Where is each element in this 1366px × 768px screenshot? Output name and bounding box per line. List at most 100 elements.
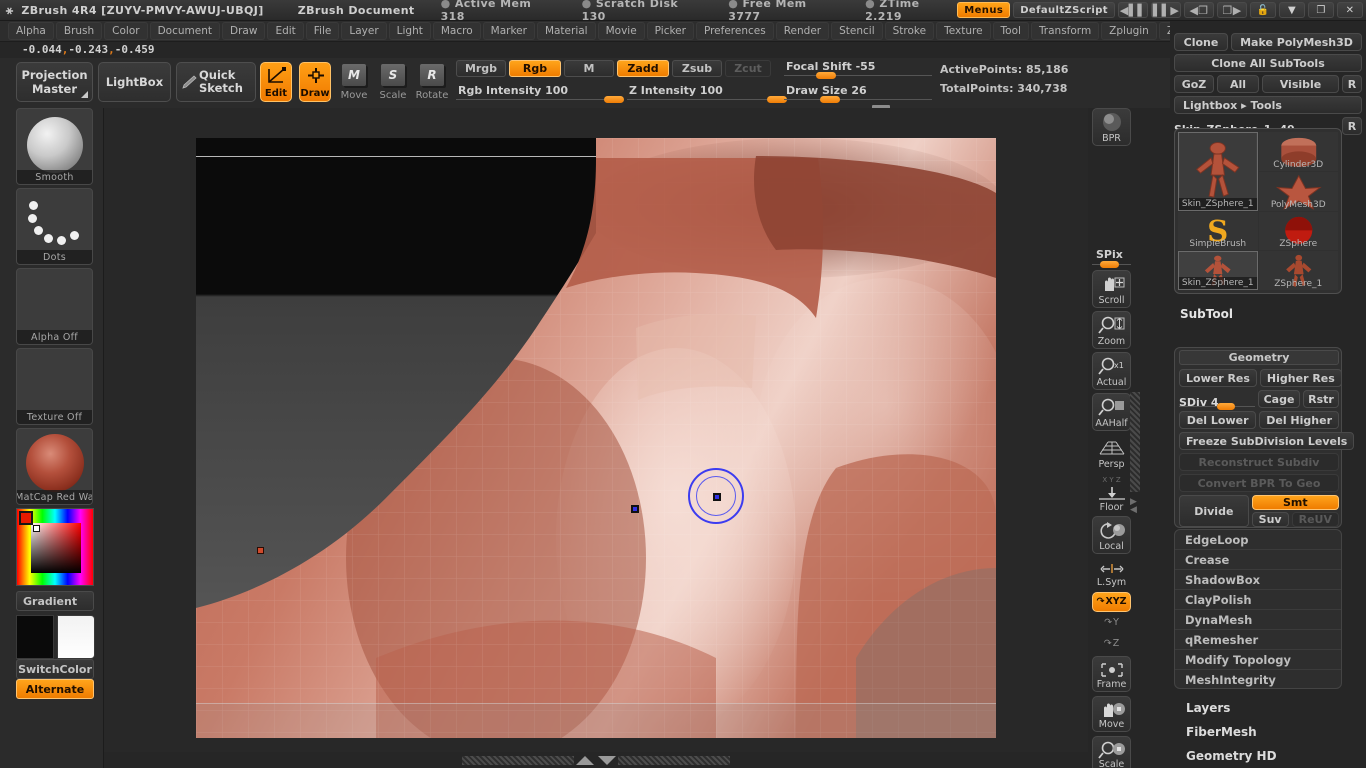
higher-res-button[interactable]: Higher Res [1259, 369, 1342, 387]
rotate-mode-button[interactable]: R Rotate [416, 62, 448, 102]
switch-color-button[interactable]: SwitchColor [16, 659, 94, 679]
prev-script-icon[interactable]: ◀▌▌ [1118, 2, 1148, 18]
slider-knob[interactable] [604, 96, 624, 103]
stroke-swatch[interactable]: Dots [16, 188, 93, 265]
bpr-button[interactable]: BPR [1092, 108, 1131, 146]
brush-swatch[interactable]: Smooth [16, 108, 93, 185]
rgb-toggle[interactable]: Rgb [509, 60, 561, 77]
texture-swatch[interactable]: Texture Off [16, 348, 93, 425]
modify-topology-row[interactable]: Modify Topology [1175, 650, 1341, 670]
menu-tool[interactable]: Tool [992, 22, 1029, 40]
tool-item-simplebrush[interactable]: S SimpleBrush [1178, 211, 1258, 251]
goz-r-button[interactable]: R [1342, 75, 1362, 93]
sdiv-slider[interactable]: SDiv 4 [1179, 391, 1255, 410]
rgb-intensity-slider[interactable]: Rgb Intensity 100 [456, 84, 624, 103]
lock-icon[interactable]: 🔓 [1250, 2, 1276, 18]
menu-color[interactable]: Color [104, 22, 148, 40]
menu-marker[interactable]: Marker [482, 22, 535, 40]
z-intensity-slider[interactable]: Z Intensity 100 [627, 84, 787, 103]
tool-item-zsphere-1[interactable]: ZSphere_1 [1258, 251, 1338, 290]
menu-texture[interactable]: Texture [936, 22, 991, 40]
menu-movie[interactable]: Movie [597, 22, 645, 40]
tool-item-cylinder3d[interactable]: Cylinder3D [1258, 132, 1338, 171]
subtool-section-header[interactable]: SubTool [1180, 307, 1233, 321]
menu-edit[interactable]: Edit [267, 22, 304, 40]
lightbox-button[interactable]: LightBox [98, 62, 171, 102]
restore-icon[interactable]: ❐ [1308, 2, 1334, 18]
zscript-name[interactable]: DefaultZScript [1013, 2, 1115, 18]
quick-sketch-button[interactable]: Quick Sketch [176, 62, 256, 102]
floor-button[interactable]: X Y Z Floor [1092, 475, 1131, 515]
zoom-button[interactable]: Zoom [1092, 311, 1131, 349]
menu-transform[interactable]: Transform [1030, 22, 1100, 40]
z-symmetry-button[interactable]: ↷ Z [1092, 634, 1131, 654]
y-symmetry-button[interactable]: ↷ Y [1092, 613, 1131, 633]
menu-zplugin[interactable]: Zplugin [1101, 22, 1157, 40]
tool-item-skin-zsphere-1-small[interactable]: Skin_ZSphere_1 [1178, 251, 1258, 290]
slider-knob[interactable] [820, 96, 840, 103]
color-picker[interactable] [16, 508, 94, 586]
gradient-button[interactable]: Gradient [16, 591, 94, 611]
current-color-swatch[interactable] [19, 511, 33, 525]
frame-button[interactable]: Frame [1092, 656, 1131, 692]
scroll-down-arrow-icon[interactable] [598, 755, 616, 765]
qremesher-row[interactable]: qRemesher [1175, 630, 1341, 650]
freeze-subdivision-button[interactable]: Freeze SubDivision Levels [1179, 432, 1355, 450]
move-mode-button[interactable]: M Move [338, 62, 370, 102]
layers-section[interactable]: Layers [1186, 701, 1230, 715]
geometry-hd-section[interactable]: Geometry HD [1186, 749, 1277, 763]
menu-file[interactable]: File [305, 22, 340, 40]
del-lower-button[interactable]: Del Lower [1179, 411, 1257, 429]
document-scroll-bar[interactable] [104, 752, 1088, 768]
scroll-up-arrow-icon[interactable] [576, 755, 594, 765]
divide-button[interactable]: Divide [1179, 495, 1249, 527]
menus-button[interactable]: Menus [957, 2, 1011, 18]
menu-macro[interactable]: Macro [432, 22, 481, 40]
shadowbox-row[interactable]: ShadowBox [1175, 570, 1341, 590]
menu-document[interactable]: Document [149, 22, 220, 40]
fibermesh-section[interactable]: FiberMesh [1186, 725, 1257, 739]
next-window-icon[interactable]: ❐▶ [1217, 2, 1247, 18]
edgeloop-row[interactable]: EdgeLoop [1175, 530, 1341, 550]
sculpt-canvas[interactable] [196, 138, 996, 738]
tool-item-polymesh3d[interactable]: PolyMesh3D [1258, 171, 1338, 211]
menu-render[interactable]: Render [775, 22, 830, 40]
material-swatch[interactable]: MatCap Red Wa [16, 428, 93, 505]
current-tool-r-button[interactable]: R [1342, 117, 1362, 135]
make-polymesh3d-button[interactable]: Make PolyMesh3D [1231, 33, 1362, 51]
scroll-button[interactable]: Scroll [1092, 270, 1131, 308]
edit-mode-button[interactable]: Edit [260, 62, 292, 102]
menu-picker[interactable]: Picker [646, 22, 694, 40]
claypolish-row[interactable]: ClayPolish [1175, 590, 1341, 610]
scroll-grip-left[interactable] [462, 755, 574, 765]
persp-button[interactable]: Persp [1092, 434, 1131, 472]
move-gizmo-button[interactable]: Move [1092, 696, 1131, 732]
color-selector-handle[interactable] [33, 525, 40, 532]
focal-shift-slider[interactable]: Focal Shift -55 [784, 60, 932, 79]
next-script-icon[interactable]: ▌▌▶ [1151, 2, 1181, 18]
m-toggle[interactable]: M [564, 60, 614, 77]
tool-item-skin-zsphere-1[interactable]: Skin_ZSphere_1 [1178, 132, 1258, 211]
zadd-toggle[interactable]: Zadd [617, 60, 669, 77]
menu-preferences[interactable]: Preferences [695, 22, 774, 40]
aahalf-button[interactable]: AAHalf [1092, 393, 1131, 431]
menu-stencil[interactable]: Stencil [831, 22, 883, 40]
alpha-swatch[interactable]: Alpha Off [16, 268, 93, 345]
prev-window-icon[interactable]: ◀❐ [1184, 2, 1214, 18]
mrgb-toggle[interactable]: Mrgb [456, 60, 506, 77]
zcut-toggle[interactable]: Zcut [725, 60, 771, 77]
secondary-color-swatch[interactable] [57, 615, 95, 659]
all-button[interactable]: All [1217, 75, 1259, 93]
sdiv-slider-knob[interactable] [1217, 402, 1235, 410]
slider-knob[interactable] [816, 72, 836, 79]
local-button[interactable]: Local [1092, 516, 1131, 554]
menu-material[interactable]: Material [536, 22, 596, 40]
scale-mode-button[interactable]: S Scale [377, 62, 409, 102]
menu-draw[interactable]: Draw [222, 22, 266, 40]
draw-mode-button[interactable]: Draw [299, 62, 331, 102]
palette-drag-grip[interactable] [1130, 392, 1140, 492]
menu-layer[interactable]: Layer [341, 22, 387, 40]
cage-button[interactable]: Cage [1258, 390, 1300, 408]
menu-alpha[interactable]: Alpha [8, 22, 54, 40]
smt-toggle[interactable]: Smt [1251, 495, 1339, 510]
